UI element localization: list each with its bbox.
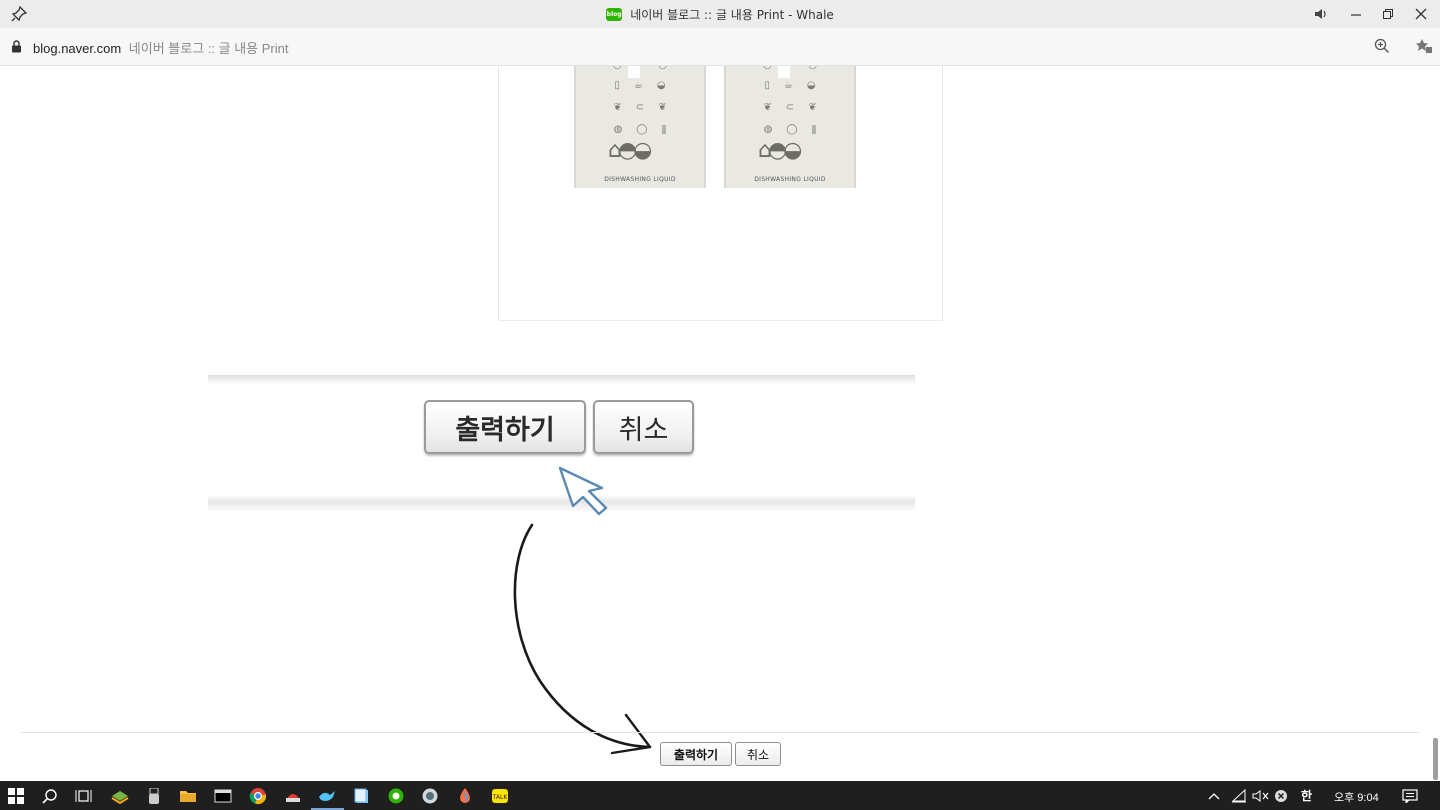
mouse-cursor-icon	[558, 466, 608, 516]
close-button[interactable]	[1411, 4, 1431, 24]
extension-icon[interactable]	[1415, 38, 1433, 54]
page-content: ◡◠◡ ▯☕◒ ❦⊂❦ ◍◯ǁ ⌂◓◒ DISHWASHING LIQUID ◡…	[0, 66, 1440, 781]
windows-taskbar: TALK 한 오후 9:04	[0, 781, 1440, 810]
window-title-area: blog 네이버 블로그 :: 글 내용 Print - Whale	[0, 0, 1440, 28]
product-pattern: ◡◠◡	[576, 66, 704, 71]
url-page-title: 네이버 블로그 :: 글 내용 Print	[128, 41, 289, 56]
tray-chevron-icon[interactable]	[1207, 781, 1221, 810]
zoomed-cancel-button: 취소	[593, 400, 694, 454]
app-icon[interactable]	[386, 786, 406, 806]
wifi-icon[interactable]	[1231, 781, 1247, 810]
url-field[interactable]: blog.naver.com 네이버 블로그 :: 글 내용 Print	[33, 38, 288, 57]
dishes-illustration: ⌂◓◒	[758, 138, 802, 163]
address-bar: blog.naver.com 네이버 블로그 :: 글 내용 Print	[0, 28, 1440, 66]
svg-text:TALK: TALK	[492, 794, 509, 801]
url-domain: blog.naver.com	[33, 41, 122, 56]
restore-button[interactable]	[1378, 4, 1398, 24]
product-caption: DISHWASHING LIQUID	[604, 176, 676, 183]
blog-favicon-icon: blog	[606, 7, 623, 21]
window-titlebar: blog 네이버 블로그 :: 글 내용 Print - Whale	[0, 0, 1440, 28]
lock-icon	[12, 40, 21, 53]
zoomed-print-button: 출력하기	[424, 400, 586, 454]
search-icon[interactable]	[40, 786, 60, 806]
app-icon[interactable]	[110, 786, 130, 806]
network-error-icon[interactable]	[1274, 781, 1288, 810]
notes-icon[interactable]	[352, 786, 372, 806]
zoom-icon[interactable]	[1374, 38, 1390, 54]
zoom-strip-top	[208, 375, 915, 385]
scrollbar-thumb[interactable]	[1433, 738, 1438, 780]
terminal-icon[interactable]	[213, 786, 233, 806]
app-icon[interactable]	[283, 786, 303, 806]
muted-volume-icon[interactable]	[1252, 781, 1270, 810]
ime-indicator[interactable]: 한	[1301, 781, 1312, 810]
kakaotalk-icon[interactable]: TALK	[490, 786, 510, 806]
file-explorer-icon[interactable]	[178, 786, 198, 806]
dialog-divider	[20, 732, 1420, 733]
product-image: ◡◠◡ ▯☕◒ ❦⊂❦ ◍◯ǁ ⌂◓◒ DISHWASHING LIQUID	[574, 66, 706, 188]
usb-icon[interactable]	[144, 786, 164, 806]
app-icon[interactable]	[420, 786, 440, 806]
dishes-illustration: ⌂◓◒	[608, 138, 652, 163]
product-image: ◡◠◡ ▯☕◒ ❦⊂❦ ◍◯ǁ ⌂◓◒ DISHWASHING LIQUID	[724, 66, 856, 188]
window-title: 네이버 블로그 :: 글 내용 Print - Whale	[630, 7, 834, 22]
taskbar-clock[interactable]: 오후 9:04	[1334, 789, 1379, 805]
hand-drawn-arrow-icon	[513, 523, 652, 755]
cancel-button[interactable]: 취소	[735, 742, 781, 766]
start-icon[interactable]	[6, 786, 26, 806]
minimize-button[interactable]	[1346, 4, 1366, 24]
product-caption: DISHWASHING LIQUID	[754, 176, 826, 183]
volume-icon[interactable]	[1311, 4, 1331, 24]
paint-icon[interactable]	[455, 786, 475, 806]
chrome-icon[interactable]	[248, 786, 268, 806]
favicon-label: blog	[606, 10, 622, 18]
notification-icon[interactable]	[1402, 781, 1418, 810]
task-view-icon[interactable]	[74, 786, 94, 806]
whale-icon[interactable]	[317, 786, 337, 806]
content-blank-area	[499, 188, 915, 319]
print-button[interactable]: 출력하기	[660, 742, 732, 766]
